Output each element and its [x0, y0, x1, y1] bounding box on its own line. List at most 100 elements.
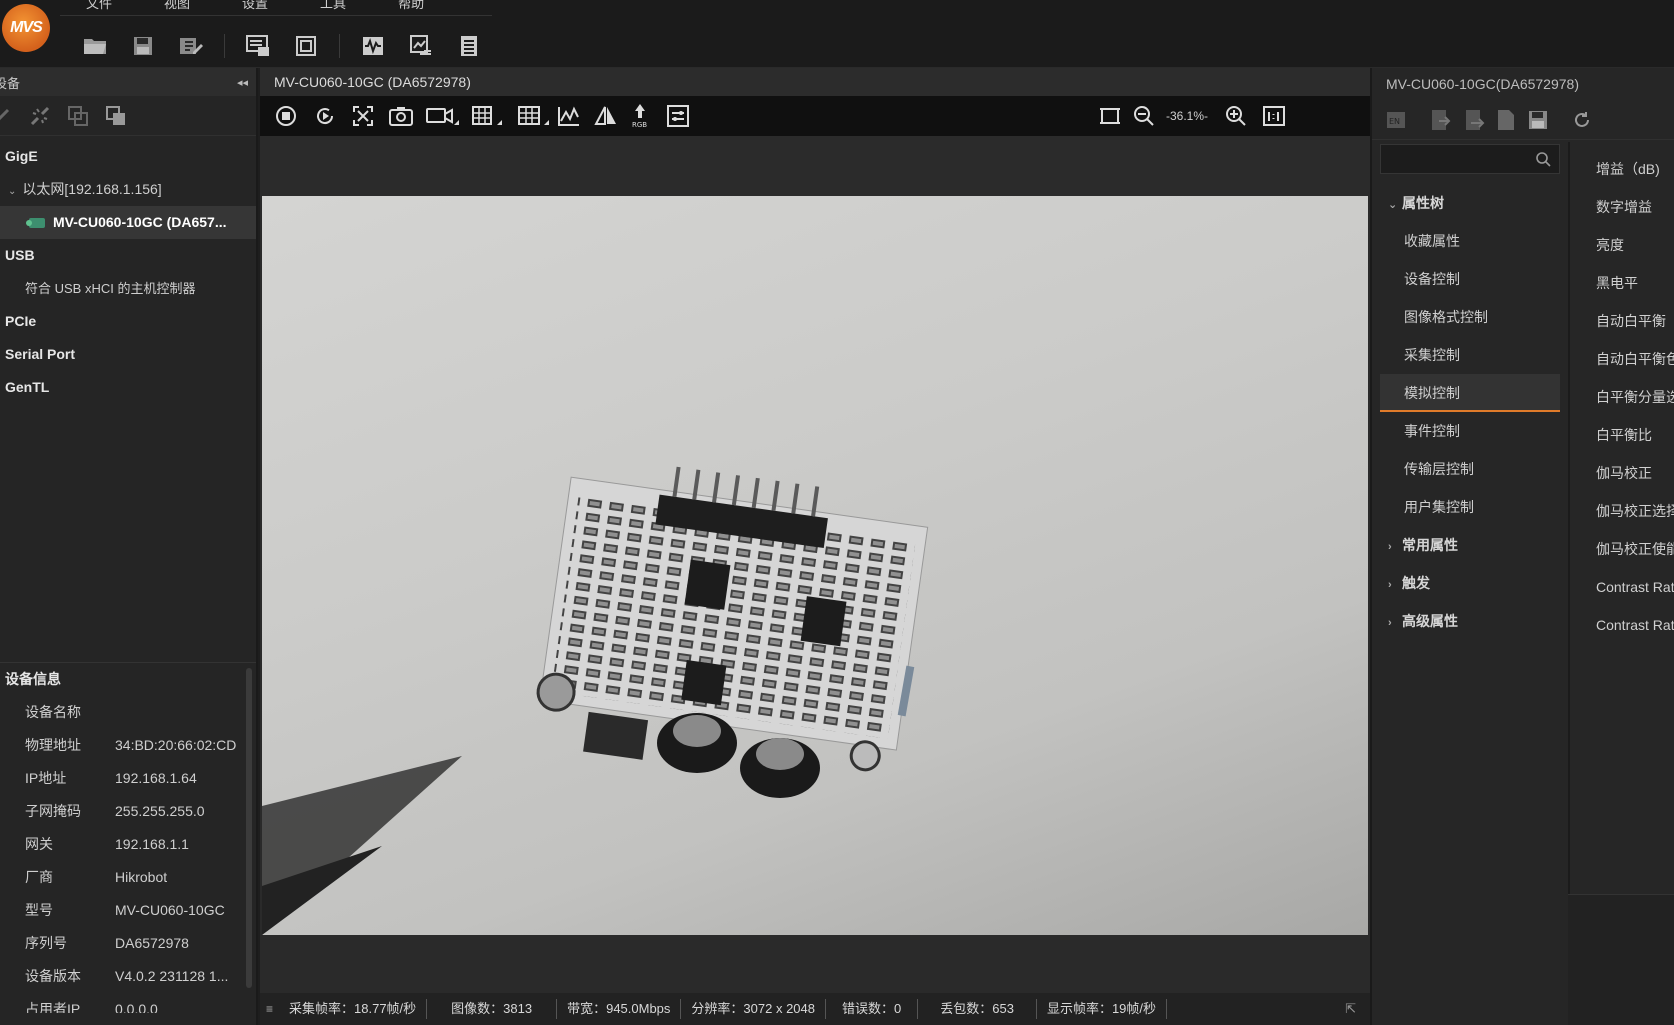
zoom-out-icon	[1134, 106, 1154, 126]
histogram-button[interactable]	[555, 103, 583, 129]
param-digital-gain[interactable]: 数字增益	[1570, 188, 1674, 226]
param-auto-wb-color[interactable]: 自动白平衡色	[1570, 340, 1674, 378]
param-auto-white-balance[interactable]: 自动白平衡	[1570, 302, 1674, 340]
language-button[interactable]: EN	[1384, 108, 1408, 132]
property-item-device-control[interactable]: 设备控制	[1380, 260, 1560, 298]
chevron-down-icon[interactable]: ⌄	[8, 186, 16, 197]
waveform-button[interactable]	[358, 31, 388, 61]
info-value: 192.168.1.1	[115, 836, 189, 852]
record-video-button[interactable]	[425, 103, 461, 129]
refresh-button[interactable]	[1570, 108, 1594, 132]
tree-item-ethernet[interactable]: ⌄ 以太网[192.168.1.156]	[0, 173, 256, 206]
param-gamma-enable[interactable]: 伽马校正使能	[1570, 530, 1674, 568]
actual-size-button[interactable]	[1260, 103, 1288, 129]
param-gain[interactable]: 增益（dB)	[1570, 150, 1674, 188]
param-gamma-selector[interactable]: 伽马校正选择	[1570, 492, 1674, 530]
property-group-trigger[interactable]: › 触发	[1380, 564, 1560, 602]
camera-device-icon	[26, 217, 45, 228]
property-search	[1380, 144, 1560, 174]
property-item-transport-layer[interactable]: 传输层控制	[1380, 450, 1560, 488]
save-as-button[interactable]	[176, 31, 206, 61]
tree-item-camera[interactable]: MV-CU060-10GC (DA657...	[0, 206, 256, 239]
search-icon[interactable]	[1535, 151, 1551, 167]
image-info-button[interactable]	[406, 31, 436, 61]
chevron-right-icon[interactable]: ›	[1388, 566, 1402, 604]
device-info-scrollbar[interactable]	[246, 668, 252, 988]
top-bar: MVS 文件 视图 设置 工具 帮助	[0, 0, 1674, 68]
stop-grab-button[interactable]	[272, 103, 300, 129]
record-play-button[interactable]	[311, 103, 339, 129]
ethernet-label: 以太网[192.168.1.156]	[22, 181, 162, 197]
menu-file[interactable]: 文件	[60, 0, 138, 15]
param-gamma[interactable]: 伽马校正	[1570, 454, 1674, 492]
import-button[interactable]	[1428, 108, 1452, 132]
connect-button[interactable]	[0, 104, 14, 128]
rgb-button[interactable]: RGB	[626, 103, 654, 129]
export-button[interactable]	[1462, 108, 1486, 132]
expand-corner-icon[interactable]: ⇱	[1345, 1001, 1356, 1017]
info-value: V4.0.2 231128 1...	[115, 968, 229, 984]
save-button[interactable]	[128, 31, 158, 61]
fullscreen-button[interactable]	[291, 31, 321, 61]
chevron-down-icon[interactable]: ⌄	[1388, 186, 1402, 224]
camera-image[interactable]	[262, 196, 1368, 935]
property-toolbar: EN	[1372, 100, 1674, 140]
param-contrast-ratio-2[interactable]: Contrast Rat	[1570, 606, 1674, 644]
tree-item-usb-controller[interactable]: 符合 USB xHCI 的主机控制器	[0, 272, 256, 305]
tree-category-serial[interactable]: Serial Port	[0, 338, 256, 371]
tree-category-usb[interactable]: USB	[0, 239, 256, 272]
fit-window-button[interactable]	[349, 103, 377, 129]
camera-icon	[389, 107, 413, 126]
property-group-common[interactable]: › 常用属性	[1380, 526, 1560, 564]
file-button[interactable]	[1494, 108, 1518, 132]
camera-label: MV-CU060-10GC (DA657...	[53, 214, 227, 230]
menu-settings[interactable]: 设置	[216, 0, 294, 15]
param-wb-component[interactable]: 白平衡分量选	[1570, 378, 1674, 416]
tree-category-gentl[interactable]: GenTL	[0, 371, 256, 404]
tree-category-gige[interactable]: GigE	[0, 140, 256, 173]
zoom-out-button[interactable]	[1130, 103, 1158, 129]
open-folder-button[interactable]	[80, 31, 110, 61]
property-search-input[interactable]	[1381, 151, 1535, 167]
property-item-event-control[interactable]: 事件控制	[1380, 412, 1560, 450]
image-settings-button[interactable]	[664, 103, 692, 129]
disconnect-button[interactable]	[28, 104, 52, 128]
chevron-right-icon[interactable]: ›	[1388, 604, 1402, 642]
collapse-panel-icon[interactable]: ◂◂	[237, 76, 248, 89]
param-contrast-ratio[interactable]: Contrast Rat	[1570, 568, 1674, 606]
status-menu-icon[interactable]: ≡	[260, 1002, 279, 1016]
menu-view[interactable]: 视图	[138, 0, 216, 15]
menu-help[interactable]: 帮助	[372, 0, 450, 15]
frame-icon	[1100, 108, 1120, 124]
property-tree-root[interactable]: ⌄ 属性树	[1380, 184, 1560, 222]
multi-device-button[interactable]	[104, 104, 128, 128]
device-list-button[interactable]	[243, 31, 273, 61]
copy-device-button[interactable]	[66, 104, 90, 128]
property-item-image-format[interactable]: 图像格式控制	[1380, 298, 1560, 336]
split-view-button[interactable]	[516, 103, 552, 129]
property-item-analog-control[interactable]: 模拟控制	[1380, 374, 1560, 412]
stack-icon	[106, 105, 125, 125]
param-brightness[interactable]: 亮度	[1570, 226, 1674, 264]
tree-category-pcie[interactable]: PCIe	[0, 305, 256, 338]
save-params-button[interactable]	[1526, 108, 1550, 132]
property-group-advanced[interactable]: › 高级属性	[1380, 602, 1560, 640]
roi-button[interactable]	[1096, 103, 1124, 129]
settings-sliders-icon	[667, 105, 689, 127]
param-black-level[interactable]: 黑电平	[1570, 264, 1674, 302]
line-chart-icon	[558, 106, 579, 126]
snapshot-button[interactable]	[387, 103, 415, 129]
mirror-button[interactable]	[592, 103, 620, 129]
grid-button[interactable]	[470, 103, 506, 129]
chevron-right-icon[interactable]: ›	[1388, 528, 1402, 566]
image-backdrop	[260, 136, 1370, 198]
grid-icon	[472, 106, 502, 125]
param-wb-ratio[interactable]: 白平衡比	[1570, 416, 1674, 454]
property-item-favorites[interactable]: 收藏属性	[1380, 222, 1560, 260]
property-item-user-set[interactable]: 用户集控制	[1380, 488, 1560, 526]
property-item-acquisition[interactable]: 采集控制	[1380, 336, 1560, 374]
info-value: MV-CU060-10GC	[115, 902, 225, 918]
log-button[interactable]	[454, 31, 484, 61]
menu-tools[interactable]: 工具	[294, 0, 372, 15]
zoom-in-button[interactable]	[1222, 103, 1250, 129]
